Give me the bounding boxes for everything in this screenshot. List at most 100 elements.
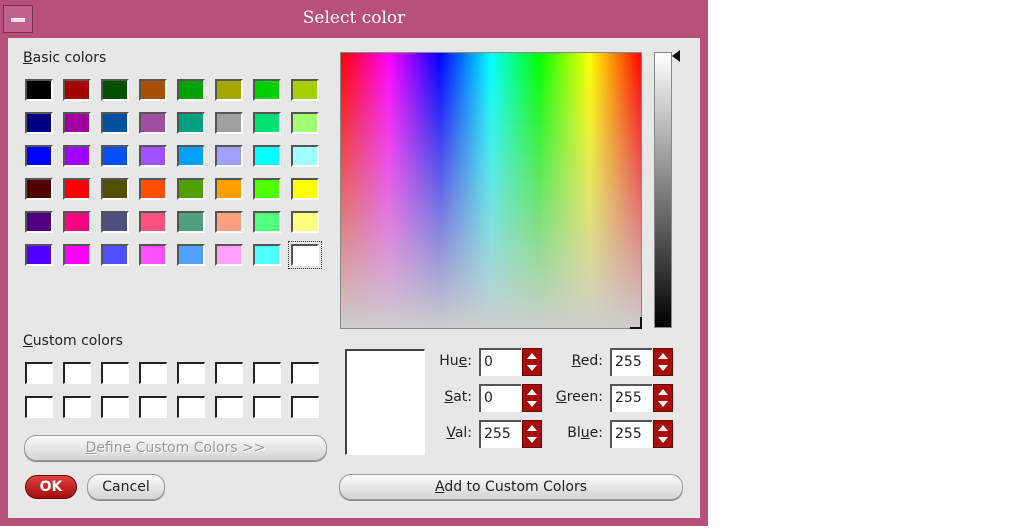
custom-color-swatch[interactable] [25, 396, 53, 418]
custom-color-swatch[interactable] [291, 396, 319, 418]
basic-color-swatch[interactable] [25, 112, 53, 134]
basic-color-swatch[interactable] [139, 244, 167, 266]
spin-down-icon[interactable] [527, 437, 537, 443]
red-spin-arrows[interactable] [653, 348, 673, 376]
green-spin-arrows[interactable] [653, 384, 673, 412]
picker-crosshair[interactable] [630, 317, 642, 329]
spin-up-icon[interactable] [658, 425, 668, 431]
basic-color-swatch[interactable] [177, 112, 205, 134]
basic-color-swatch[interactable] [253, 112, 281, 134]
add-to-custom-colors-button[interactable]: Add to Custom Colors [339, 474, 683, 500]
custom-color-swatch[interactable] [63, 396, 91, 418]
spin-down-icon[interactable] [527, 401, 537, 407]
basic-color-swatch[interactable] [215, 145, 243, 167]
basic-color-swatch[interactable] [291, 79, 319, 101]
basic-color-swatch[interactable] [139, 178, 167, 200]
basic-color-swatch[interactable] [101, 79, 129, 101]
basic-color-swatch[interactable] [215, 178, 243, 200]
custom-color-swatch[interactable] [215, 362, 243, 384]
custom-color-swatch[interactable] [177, 362, 205, 384]
basic-color-swatch[interactable] [63, 79, 91, 101]
define-custom-colors-button[interactable]: Define Custom Colors >> [24, 435, 327, 461]
basic-color-swatch[interactable] [25, 145, 53, 167]
title-bar[interactable]: Select color [0, 0, 708, 38]
spin-up-icon[interactable] [527, 425, 537, 431]
basic-color-swatch[interactable] [253, 244, 281, 266]
custom-color-swatch[interactable] [101, 362, 129, 384]
basic-color-swatch[interactable] [253, 211, 281, 233]
basic-color-swatch[interactable] [139, 211, 167, 233]
spin-down-icon[interactable] [658, 365, 668, 371]
hue-input[interactable]: 0 [479, 348, 521, 376]
basic-color-swatch[interactable] [253, 79, 281, 101]
basic-color-swatch[interactable] [177, 178, 205, 200]
custom-color-swatch[interactable] [215, 396, 243, 418]
custom-color-swatch[interactable] [25, 362, 53, 384]
basic-color-swatch[interactable] [63, 145, 91, 167]
basic-color-swatch[interactable] [101, 244, 129, 266]
spin-up-icon[interactable] [658, 353, 668, 359]
custom-color-swatch[interactable] [291, 362, 319, 384]
basic-color-swatch[interactable] [63, 112, 91, 134]
custom-color-swatch[interactable] [177, 396, 205, 418]
basic-color-swatch[interactable] [139, 145, 167, 167]
hue-saturation-picker[interactable] [340, 52, 642, 329]
basic-color-swatch[interactable] [139, 112, 167, 134]
basic-color-swatch[interactable] [101, 145, 129, 167]
basic-color-swatch[interactable] [101, 112, 129, 134]
custom-color-swatch[interactable] [63, 362, 91, 384]
basic-color-swatch[interactable] [291, 112, 319, 134]
basic-color-swatch[interactable] [63, 211, 91, 233]
green-input[interactable]: 255 [610, 384, 652, 412]
red-input[interactable]: 255 [610, 348, 652, 376]
basic-color-swatch[interactable] [101, 178, 129, 200]
basic-color-swatch[interactable] [177, 145, 205, 167]
blue-spinbox[interactable]: 255 [610, 420, 674, 448]
basic-color-swatch[interactable] [63, 178, 91, 200]
spin-up-icon[interactable] [527, 389, 537, 395]
custom-color-swatch[interactable] [253, 362, 281, 384]
custom-color-swatch[interactable] [253, 396, 281, 418]
sat-input[interactable]: 0 [479, 384, 521, 412]
cancel-button[interactable]: Cancel [87, 474, 165, 500]
basic-color-swatch[interactable] [63, 244, 91, 266]
basic-color-swatch[interactable] [215, 211, 243, 233]
custom-color-swatch[interactable] [101, 396, 129, 418]
ok-button[interactable]: OK [25, 475, 77, 499]
hue-spinbox[interactable]: 0 [479, 348, 543, 376]
blue-input[interactable]: 255 [610, 420, 652, 448]
basic-color-swatch[interactable] [177, 244, 205, 266]
basic-color-swatch[interactable] [215, 79, 243, 101]
basic-color-swatch[interactable] [288, 241, 322, 269]
val-spinbox[interactable]: 255 [479, 420, 543, 448]
basic-color-swatch[interactable] [25, 244, 53, 266]
basic-color-swatch[interactable] [291, 178, 319, 200]
basic-color-swatch[interactable] [253, 145, 281, 167]
value-slider[interactable] [654, 52, 672, 328]
red-spinbox[interactable]: 255 [610, 348, 674, 376]
custom-color-swatch[interactable] [139, 362, 167, 384]
basic-color-swatch[interactable] [139, 79, 167, 101]
spin-down-icon[interactable] [658, 401, 668, 407]
basic-color-swatch[interactable] [177, 79, 205, 101]
spin-up-icon[interactable] [658, 389, 668, 395]
basic-color-swatch[interactable] [215, 244, 243, 266]
basic-color-swatch[interactable] [177, 211, 205, 233]
basic-color-swatch[interactable] [253, 178, 281, 200]
val-input[interactable]: 255 [479, 420, 521, 448]
spin-up-icon[interactable] [527, 353, 537, 359]
spin-down-icon[interactable] [527, 365, 537, 371]
hue-spin-arrows[interactable] [522, 348, 542, 376]
basic-color-swatch[interactable] [25, 79, 53, 101]
blue-spin-arrows[interactable] [653, 420, 673, 448]
basic-color-swatch[interactable] [291, 211, 319, 233]
custom-color-swatch[interactable] [139, 396, 167, 418]
value-slider-arrow-icon[interactable] [672, 50, 680, 62]
sat-spinbox[interactable]: 0 [479, 384, 543, 412]
basic-color-swatch[interactable] [101, 211, 129, 233]
spin-down-icon[interactable] [658, 437, 668, 443]
basic-color-swatch[interactable] [291, 145, 319, 167]
basic-color-swatch[interactable] [25, 211, 53, 233]
green-spinbox[interactable]: 255 [610, 384, 674, 412]
sat-spin-arrows[interactable] [522, 384, 542, 412]
